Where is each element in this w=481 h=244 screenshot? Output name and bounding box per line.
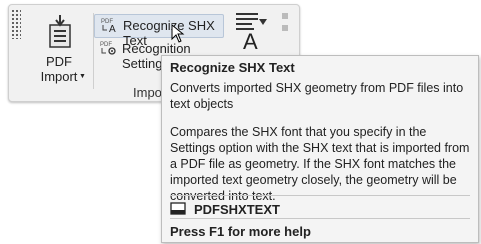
tooltip-command-name: PDFSHXTEXT — [194, 202, 280, 217]
tooltip-details: Compares the SHX font that you specify i… — [170, 125, 470, 203]
svg-text:A: A — [109, 24, 116, 33]
small-side-icons[interactable] — [281, 11, 291, 46]
command-line-icon — [170, 202, 186, 219]
text-style-icon[interactable]: A — [235, 11, 269, 56]
pdf-import-icon — [44, 15, 74, 52]
svg-text:A: A — [243, 29, 258, 51]
tooltip-title: Recognize SHX Text — [170, 60, 295, 75]
pdf-import-label-line1: PDF — [46, 54, 72, 69]
dropdown-arrow-icon: ▼ — [79, 73, 86, 80]
tooltip-divider-2 — [170, 218, 470, 219]
panel-grip-handle[interactable] — [11, 9, 21, 39]
tooltip-help-text: Press F1 for more help — [170, 224, 311, 239]
svg-text:PDF: PDF — [100, 42, 112, 48]
tooltip-popup: Recognize SHX Text Converts imported SHX… — [161, 55, 479, 243]
mouse-cursor-icon — [171, 23, 185, 49]
tooltip-description: Converts imported SHX geometry from PDF … — [170, 81, 464, 111]
recognize-shx-text-button[interactable]: PDF A Recognize SHX Text — [94, 14, 224, 48]
recognize-shx-icon: PDF A — [101, 17, 119, 38]
pdf-import-button[interactable]: PDF Import ▼ — [31, 9, 87, 93]
recognition-settings-icon: PDF — [100, 40, 118, 61]
tooltip-divider — [170, 195, 470, 196]
